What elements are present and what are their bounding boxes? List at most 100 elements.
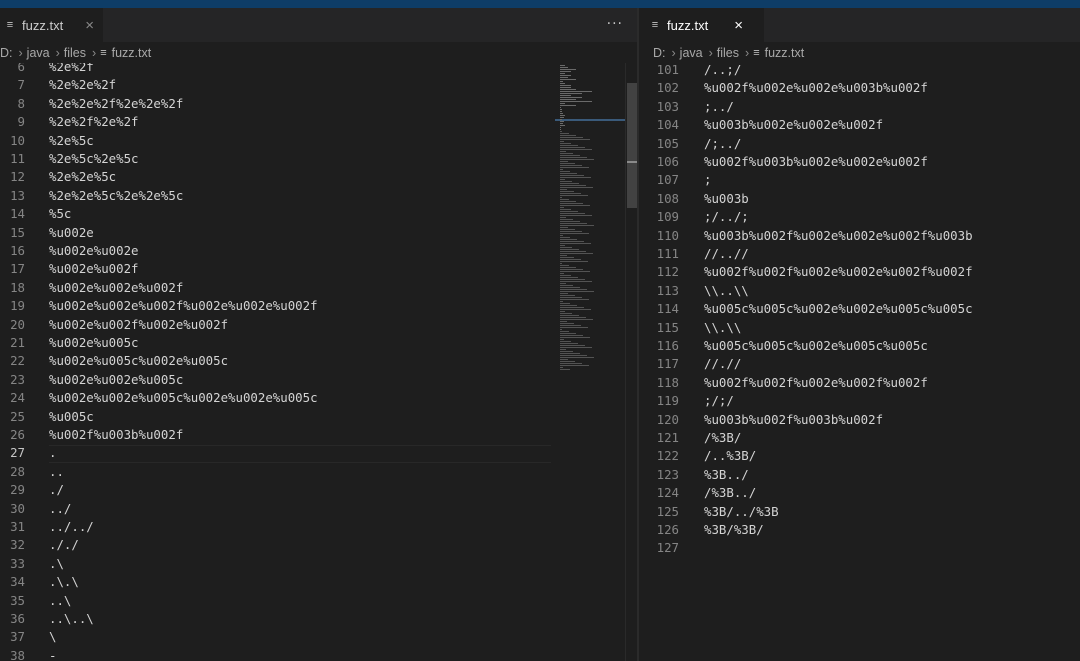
code-line[interactable]: 117 //.//	[639, 355, 1080, 373]
code-line[interactable]: 19 %u002e%u002e%u002f%u002e%u002e%u002f	[0, 297, 637, 315]
line-text[interactable]: %u002f%u003b%u002e%u002e%u002f	[704, 153, 928, 171]
scrollbar-thumb[interactable]	[627, 83, 637, 208]
close-icon[interactable]: ×	[85, 17, 94, 34]
line-text[interactable]: ././	[49, 536, 79, 554]
minimap-viewport[interactable]	[555, 119, 625, 121]
line-text[interactable]: ..\	[49, 592, 71, 610]
line-text[interactable]: \\.\\	[704, 319, 741, 337]
line-text[interactable]: %u003b%u002e%u002e%u002f	[704, 116, 883, 134]
code-line[interactable]: 118 %u002f%u002f%u002e%u002f%u002f	[639, 374, 1080, 392]
code-line[interactable]: 11 %2e%5c%2e%5c	[0, 150, 637, 168]
line-text[interactable]: /..%3B/	[704, 447, 756, 465]
code-line[interactable]: 103 ;../	[639, 98, 1080, 116]
line-text[interactable]: %u002e%u005c	[49, 334, 139, 352]
right-text-editor[interactable]: 101 /..;/ 102 %u002f%u002e%u002e%u003b%u002…	[639, 63, 1080, 661]
code-line[interactable]: 115 \\.\\	[639, 319, 1080, 337]
line-text[interactable]: %u002f%u003b%u002f	[49, 426, 183, 444]
code-line[interactable]: 24 %u002e%u002e%u005c%u002e%u002e%u005c	[0, 389, 637, 407]
line-text[interactable]: %3B/../%3B	[704, 503, 779, 521]
code-line[interactable]: 101 /..;/	[639, 63, 1080, 79]
line-text[interactable]: \	[49, 628, 56, 646]
code-line[interactable]: 7 %2e%2e%2f	[0, 76, 637, 94]
code-line[interactable]: 32 ././	[0, 536, 637, 554]
code-line[interactable]: 108 %u003b	[639, 190, 1080, 208]
code-line[interactable]: 120 %u003b%u002f%u003b%u002f	[639, 411, 1080, 429]
line-text[interactable]: %2e%2f%2e%2f	[49, 113, 139, 131]
code-line[interactable]: 15 %u002e	[0, 224, 637, 242]
line-text[interactable]: ;/;/	[704, 392, 734, 410]
code-line[interactable]: 113 \\..\\	[639, 282, 1080, 300]
line-text[interactable]: ..	[49, 463, 64, 481]
code-line[interactable]: 20 %u002e%u002f%u002e%u002f	[0, 316, 637, 334]
code-line[interactable]: 16 %u002e%u002e	[0, 242, 637, 260]
code-line[interactable]: 102 %u002f%u002e%u002e%u003b%u002f	[639, 79, 1080, 97]
line-text[interactable]: ;../	[704, 98, 734, 116]
code-line[interactable]: 37 \	[0, 628, 637, 646]
code-line[interactable]: 23 %u002e%u002e%u005c	[0, 371, 637, 389]
breadcrumb-folder-files[interactable]: files	[717, 46, 739, 60]
code-line[interactable]: 35 ..\	[0, 592, 637, 610]
line-text[interactable]: ../	[49, 500, 71, 518]
breadcrumb-drive[interactable]: D:	[0, 46, 13, 60]
line-text[interactable]: %2e%5c	[49, 132, 94, 150]
code-line[interactable]: 9 %2e%2f%2e%2f	[0, 113, 637, 131]
tab-fuzz-txt-right[interactable]: ≡ fuzz.txt ×	[639, 8, 764, 42]
more-actions-icon[interactable]: ···	[607, 16, 623, 32]
code-line[interactable]: 22 %u002e%u005c%u002e%u005c	[0, 352, 637, 370]
code-line[interactable]: 25 %u005c	[0, 408, 637, 426]
line-text[interactable]: %2e%2e%5c	[49, 168, 116, 186]
breadcrumb-file[interactable]: fuzz.txt	[765, 46, 805, 60]
code-line[interactable]: 111 //..//	[639, 245, 1080, 263]
code-line[interactable]: 112 %u002f%u002f%u002e%u002e%u002f%u002f	[639, 263, 1080, 281]
line-text[interactable]: ;	[704, 171, 711, 189]
code-line[interactable]: 36 ..\..\	[0, 610, 637, 628]
code-line[interactable]: 104 %u003b%u002e%u002e%u002f	[639, 116, 1080, 134]
code-line[interactable]: 8 %2e%2e%2f%2e%2e%2f	[0, 95, 637, 113]
line-text[interactable]: %u002e	[49, 224, 94, 242]
breadcrumb-folder-java[interactable]: java	[27, 46, 50, 60]
code-line[interactable]: 121 /%3B/	[639, 429, 1080, 447]
line-text[interactable]: %u002f%u002e%u002e%u003b%u002f	[704, 79, 928, 97]
minimap[interactable]	[555, 63, 625, 661]
code-line[interactable]: 33 .\	[0, 555, 637, 573]
line-text[interactable]: .\	[49, 555, 64, 573]
code-line[interactable]: 122 /..%3B/	[639, 447, 1080, 465]
code-line[interactable]: 6 %2e%2f	[0, 63, 637, 76]
line-text[interactable]: %u003b%u002f%u003b%u002f	[704, 411, 883, 429]
line-text[interactable]: /%3B/	[704, 429, 741, 447]
code-line[interactable]: 27.	[0, 444, 637, 462]
line-text[interactable]: %u005c	[49, 408, 94, 426]
line-text[interactable]: %5c	[49, 205, 71, 223]
line-text[interactable]: %u002e%u005c%u002e%u005c	[49, 352, 228, 370]
code-line[interactable]: 29 ./	[0, 481, 637, 499]
code-line[interactable]: 12 %2e%2e%5c	[0, 168, 637, 186]
code-line[interactable]: 107;	[639, 171, 1080, 189]
code-line[interactable]: 18 %u002e%u002e%u002f	[0, 279, 637, 297]
line-text[interactable]: \\..\\	[704, 282, 749, 300]
line-text[interactable]: %3B/%3B/	[704, 521, 764, 539]
line-text[interactable]: %u002e%u002e%u002f	[49, 279, 183, 297]
vertical-scrollbar[interactable]	[625, 63, 637, 661]
line-text[interactable]: %u005c%u005c%u002e%u002e%u005c%u005c	[704, 300, 973, 318]
code-line[interactable]: 34 .\.\	[0, 573, 637, 591]
line-text[interactable]: /%3B../	[704, 484, 756, 502]
code-line[interactable]: 123 %3B../	[639, 466, 1080, 484]
code-line[interactable]: 119 ;/;/	[639, 392, 1080, 410]
line-text[interactable]: %u005c%u005c%u002e%u005c%u005c	[704, 337, 928, 355]
code-line[interactable]: 31 ../../	[0, 518, 637, 536]
line-text[interactable]: %u002e%u002f%u002e%u002f	[49, 316, 228, 334]
line-text[interactable]: %u003b	[704, 190, 749, 208]
close-icon[interactable]: ×	[734, 17, 743, 34]
code-line[interactable]: 124 /%3B../	[639, 484, 1080, 502]
code-line[interactable]: 127	[639, 539, 1080, 557]
line-text[interactable]: %u003b%u002f%u002e%u002e%u002f%u003b	[704, 227, 973, 245]
line-text[interactable]: %2e%2f	[49, 63, 94, 76]
line-text[interactable]: %2e%2e%5c%2e%2e%5c	[49, 187, 183, 205]
left-text-editor[interactable]: 6 %2e%2f 7 %2e%2e%2f 8 %2e%2e%2f%2e%2e%2f 9 %2e…	[0, 63, 637, 661]
breadcrumb-drive[interactable]: D:	[653, 46, 666, 60]
code-line[interactable]: 13 %2e%2e%5c%2e%2e%5c	[0, 187, 637, 205]
code-line[interactable]: 126 %3B/%3B/	[639, 521, 1080, 539]
code-line[interactable]: 26 %u002f%u003b%u002f	[0, 426, 637, 444]
line-text[interactable]: %u002e%u002e	[49, 242, 139, 260]
breadcrumb-folder-files[interactable]: files	[64, 46, 86, 60]
